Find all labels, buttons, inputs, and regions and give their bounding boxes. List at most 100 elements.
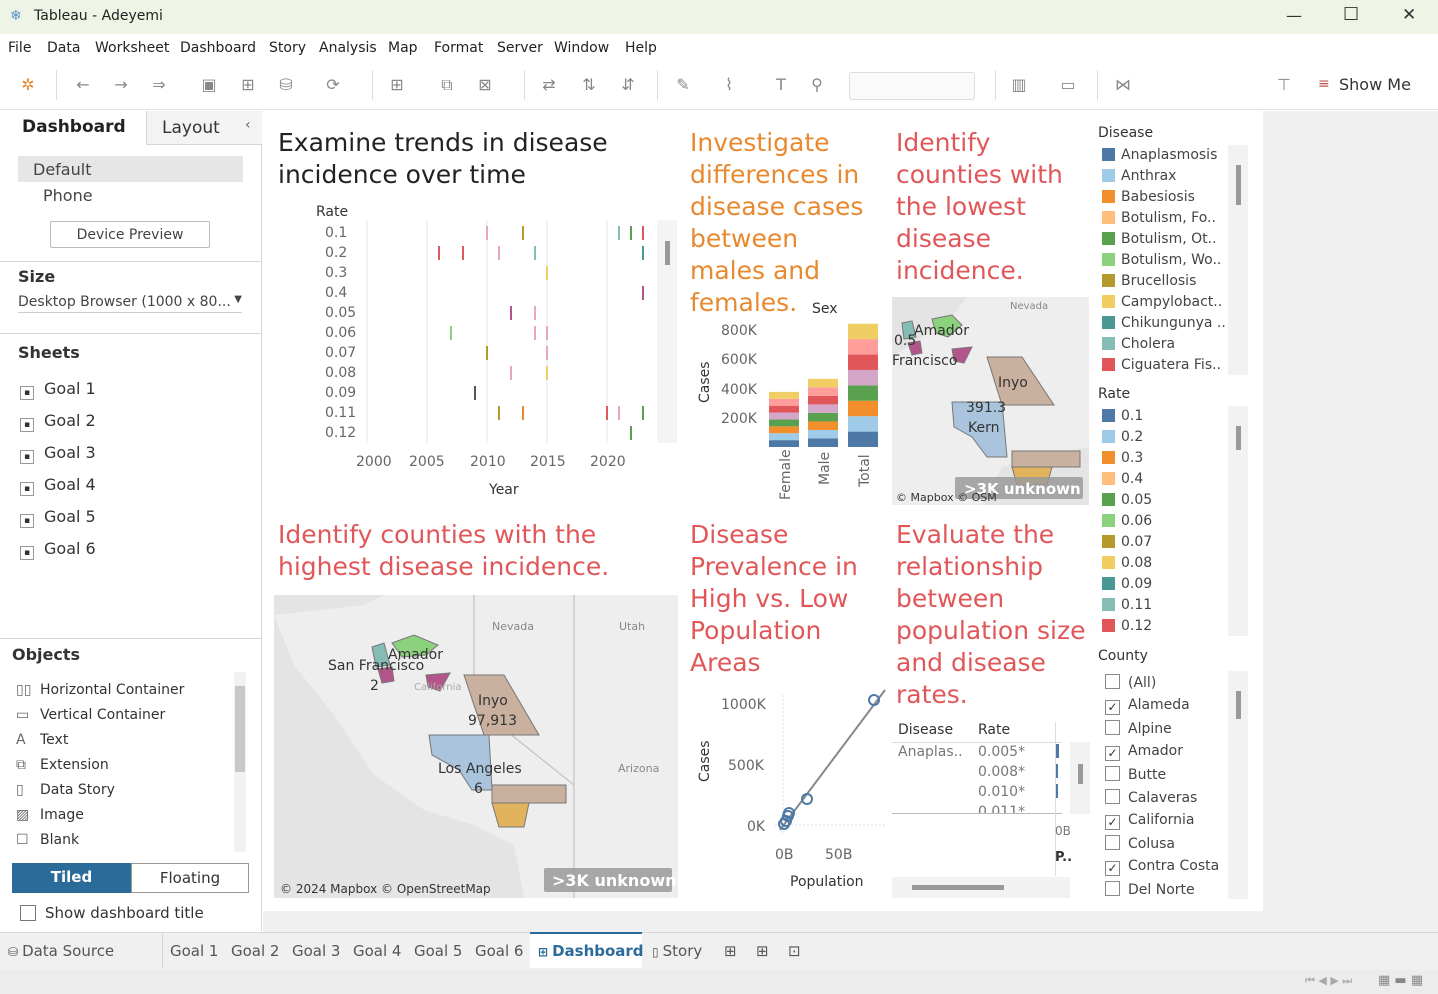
county-checkbox[interactable]: ✓ xyxy=(1105,861,1120,876)
new-story-tab-icon[interactable]: ⊡ xyxy=(788,942,801,960)
tab-dashboard-label[interactable]: Dashboard xyxy=(22,117,126,137)
tab-story[interactable]: ▯ Story xyxy=(652,942,702,960)
sex-bar-segment[interactable] xyxy=(848,354,878,370)
refresh-icon[interactable]: ⟳ xyxy=(322,74,344,96)
menu-worksheet[interactable]: Worksheet xyxy=(95,40,169,56)
highest-incidence-map[interactable]: Nevada Utah Amador San Francisco 2 Calif… xyxy=(274,595,678,898)
menu-story[interactable]: Story xyxy=(269,40,306,56)
disease-legend-scrollbar[interactable] xyxy=(1228,145,1248,375)
county-filter-item[interactable]: Butte xyxy=(1105,766,1166,783)
trend-chart[interactable]: Rate 0.1 0.2 0.3 0.4 0.05 0.06 0.07 0.08 0.09 0.1… xyxy=(300,198,685,503)
county-filter-item[interactable]: (All) xyxy=(1105,674,1156,691)
sort-descending-icon[interactable]: ⇵ xyxy=(617,74,639,96)
size-dropdown[interactable]: Desktop Browser (1000 x 80... ▼ xyxy=(18,294,242,313)
new-datasource-icon[interactable]: ⊞ xyxy=(237,74,259,96)
legend-item[interactable]: 0.05 xyxy=(1102,492,1152,508)
save-icon[interactable]: ▣ xyxy=(198,74,220,96)
sex-bar-segment[interactable] xyxy=(808,412,838,422)
sex-bar-segment[interactable] xyxy=(848,323,878,340)
show-title-checkbox[interactable] xyxy=(20,905,36,921)
legend-item[interactable]: Campylobact.. xyxy=(1102,294,1222,310)
county-checkbox[interactable] xyxy=(1105,720,1120,735)
county-checkbox[interactable] xyxy=(1105,789,1120,804)
county-filter-scrollbar[interactable] xyxy=(1228,671,1248,899)
group-icon[interactable]: ⌇ xyxy=(718,74,740,96)
new-worksheet-tab-icon[interactable]: ⊞ xyxy=(724,942,737,960)
sex-bar-chart[interactable]: Sex Cases 200K 400K 600K 800K Female Mal… xyxy=(690,295,890,505)
undo-icon[interactable]: ← xyxy=(72,74,94,96)
tab-data-source[interactable]: ⛁ Data Source xyxy=(8,942,114,960)
new-worksheet-icon[interactable]: ⊞ xyxy=(386,74,408,96)
sex-bar-segment[interactable] xyxy=(848,369,878,386)
sex-bar-segment[interactable] xyxy=(848,385,878,401)
sheet-goal-3[interactable]: ▪ Goal 3 xyxy=(20,443,96,464)
sort-ascending-icon[interactable]: ⇅ xyxy=(578,74,600,96)
county-checkbox[interactable] xyxy=(1105,881,1120,896)
swap-icon[interactable]: ⇄ xyxy=(538,74,560,96)
lowest-incidence-map[interactable]: Nevada Amador 0.5 Francisco Inyo 391.3 K… xyxy=(892,297,1089,505)
sex-bar-segment[interactable] xyxy=(848,416,878,432)
sex-bar-segment[interactable] xyxy=(769,412,799,420)
sex-bar-segment[interactable] xyxy=(848,339,878,355)
presentation-mode-icon[interactable]: ▭ xyxy=(1057,74,1079,96)
legend-item[interactable]: 0.4 xyxy=(1102,471,1143,487)
sex-bar-segment[interactable] xyxy=(808,395,838,405)
county-filter-item[interactable]: Colusa xyxy=(1105,835,1175,852)
tab-dashboard-bottom[interactable]: ⊞ Dashboard xyxy=(538,942,644,960)
object-extension[interactable]: ⧉ Extension xyxy=(16,757,109,773)
sheet-goal-4[interactable]: ▪ Goal 4 xyxy=(20,475,96,496)
tab-goal-5[interactable]: Goal 5 xyxy=(414,942,462,960)
legend-item[interactable]: Cholera xyxy=(1102,336,1175,352)
fit-dropdown[interactable] xyxy=(849,72,975,100)
menu-server[interactable]: Server xyxy=(497,40,543,56)
sex-bar-segment[interactable] xyxy=(769,405,799,413)
legend-item[interactable]: 0.08 xyxy=(1102,555,1152,571)
tab-goal-1[interactable]: Goal 1 xyxy=(170,942,218,960)
county-filter-item[interactable]: Del Norte xyxy=(1105,881,1195,898)
close-button[interactable]: ✕ xyxy=(1402,5,1416,25)
new-dashboard-tab-icon[interactable]: ⊞ xyxy=(756,942,769,960)
county-filter-item[interactable]: ✓ Contra Costa xyxy=(1105,858,1219,876)
sex-bar-segment[interactable] xyxy=(848,400,878,417)
menu-dashboard[interactable]: Dashboard xyxy=(180,40,256,56)
county-checkbox[interactable] xyxy=(1105,674,1120,689)
legend-item[interactable]: Babesiosis xyxy=(1102,189,1195,205)
county-filter-item[interactable]: ✓ Alameda xyxy=(1105,697,1190,715)
legend-item[interactable]: Botulism, Fo.. xyxy=(1102,210,1216,226)
population-scatter[interactable]: Cases 1000K 500K 0K 0B 50B Population xyxy=(690,685,890,900)
sex-bar-segment[interactable] xyxy=(808,429,838,439)
table-scrollbar[interactable] xyxy=(1070,742,1090,814)
legend-item[interactable]: Brucellosis xyxy=(1102,273,1196,289)
county-checkbox[interactable] xyxy=(1105,835,1120,850)
device-preview-button[interactable]: Device Preview xyxy=(50,221,210,248)
legend-item[interactable]: 0.06 xyxy=(1102,513,1152,529)
trend-scroll-thumb[interactable] xyxy=(665,241,670,265)
legend-item[interactable]: 0.11 xyxy=(1102,597,1152,613)
show-cards-icon[interactable]: ▥ xyxy=(1008,74,1030,96)
sex-bar-segment[interactable] xyxy=(808,378,838,388)
legend-item[interactable]: Ciguatera Fis.. xyxy=(1102,357,1221,373)
sex-bar-segment[interactable] xyxy=(848,431,878,447)
legend-item[interactable]: 0.2 xyxy=(1102,429,1143,445)
tiled-button[interactable]: Tiled xyxy=(12,863,131,893)
sex-bar-segment[interactable] xyxy=(769,419,799,427)
maximize-button[interactable]: ☐ xyxy=(1343,4,1359,25)
legend-item[interactable]: 0.1 xyxy=(1102,408,1143,424)
object-data-story[interactable]: ▯ Data Story xyxy=(16,782,115,798)
pause-updates-icon[interactable]: ⛁ xyxy=(275,74,297,96)
sex-bar-segment[interactable] xyxy=(769,440,799,447)
county-checkbox[interactable]: ✓ xyxy=(1105,746,1120,761)
object-image[interactable]: ▨ Image xyxy=(16,807,84,823)
tab-goal-4[interactable]: Goal 4 xyxy=(353,942,401,960)
menu-analysis[interactable]: Analysis xyxy=(319,40,377,56)
menu-data[interactable]: Data xyxy=(47,40,80,56)
legend-item[interactable]: Anaplasmosis xyxy=(1102,147,1217,163)
floating-button[interactable]: Floating xyxy=(131,863,249,893)
county-filter-item[interactable]: ✓ Amador xyxy=(1105,743,1183,761)
redo-icon[interactable]: → xyxy=(110,74,132,96)
tab-layout-label[interactable]: Layout xyxy=(162,118,220,138)
device-phone[interactable]: Phone xyxy=(43,186,93,205)
object-text[interactable]: A Text xyxy=(16,732,68,748)
menu-map[interactable]: Map xyxy=(388,40,418,56)
legend-item[interactable]: 0.07 xyxy=(1102,534,1152,550)
